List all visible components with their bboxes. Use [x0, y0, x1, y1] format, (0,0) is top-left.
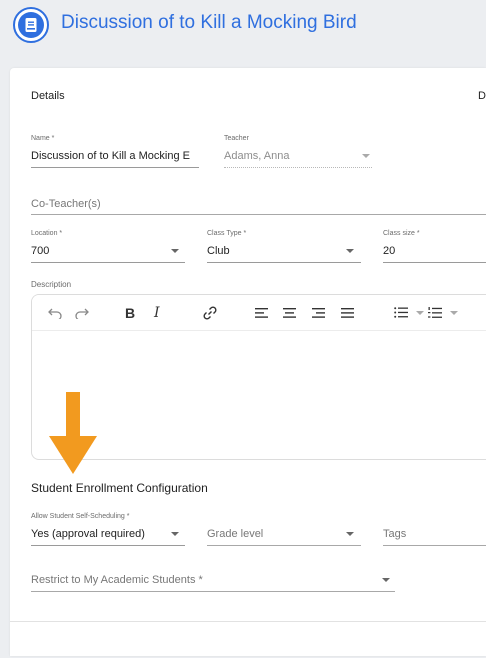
coteacher-underline	[31, 214, 486, 215]
grade-level-underline	[207, 545, 361, 546]
page-title: Discussion of to Kill a Mocking Bird	[61, 12, 357, 33]
restrict-students-select[interactable]: Restrict to My Academic Students *	[31, 574, 203, 586]
align-right-icon[interactable]	[312, 308, 326, 318]
page-header: Discussion of to Kill a Mocking Bird	[0, 0, 486, 52]
self-scheduling-underline	[31, 545, 185, 546]
class-size-label: Class size *	[383, 230, 420, 237]
grade-level-select[interactable]: Grade level	[207, 528, 263, 540]
restrict-students-underline	[31, 591, 395, 592]
undo-icon[interactable]	[48, 307, 62, 319]
tags-underline	[383, 545, 486, 546]
align-justify-icon[interactable]	[341, 308, 355, 318]
numbered-list-chevron-down-icon[interactable]	[450, 311, 458, 315]
bold-button[interactable]: B	[125, 304, 135, 322]
numbered-list-icon[interactable]	[428, 307, 442, 319]
enrollment-heading: Student Enrollment Configuration	[31, 481, 208, 495]
details-heading: Details	[31, 90, 65, 102]
class-form-card: Details D Name * Discussion of to Kill a…	[10, 68, 486, 656]
grade-level-chevron-down-icon[interactable]	[346, 532, 354, 536]
coteacher-input[interactable]: Co-Teacher(s)	[31, 198, 101, 210]
bullet-list-icon[interactable]	[394, 307, 408, 318]
card-footer-divider	[10, 621, 486, 622]
teacher-underline	[224, 167, 372, 168]
details-right-edge-text: D	[478, 90, 486, 102]
class-type-select[interactable]: Club	[207, 245, 230, 257]
location-underline	[31, 262, 185, 263]
book-icon	[13, 7, 49, 43]
class-type-underline	[207, 262, 361, 263]
teacher-chevron-down-icon[interactable]	[362, 154, 370, 158]
align-center-icon[interactable]	[283, 308, 297, 318]
bullet-list-chevron-down-icon[interactable]	[416, 311, 424, 315]
tags-input[interactable]: Tags	[383, 528, 406, 540]
arrow-down-icon	[49, 392, 97, 474]
restrict-students-chevron-down-icon[interactable]	[382, 578, 390, 582]
class-type-chevron-down-icon[interactable]	[346, 249, 354, 253]
name-underline	[31, 167, 199, 168]
self-scheduling-chevron-down-icon[interactable]	[171, 532, 179, 536]
name-input[interactable]: Discussion of to Kill a Mocking E	[31, 150, 199, 162]
class-size-underline	[383, 262, 486, 263]
self-scheduling-label: Allow Student Self-Scheduling *	[31, 513, 130, 520]
location-chevron-down-icon[interactable]	[171, 249, 179, 253]
description-label: Description	[31, 280, 72, 289]
editor-toolbar: B I	[32, 295, 486, 331]
location-select[interactable]: 700	[31, 245, 49, 257]
class-size-input[interactable]: 20	[383, 245, 395, 257]
align-left-icon[interactable]	[255, 308, 269, 318]
link-icon[interactable]	[202, 305, 218, 321]
teacher-label: Teacher	[224, 135, 249, 142]
italic-button[interactable]: I	[154, 304, 160, 322]
self-scheduling-select[interactable]: Yes (approval required)	[31, 528, 145, 540]
name-label: Name *	[31, 135, 55, 142]
location-label: Location *	[31, 230, 63, 237]
class-type-label: Class Type *	[207, 230, 247, 237]
redo-icon[interactable]	[75, 307, 89, 319]
teacher-select[interactable]: Adams, Anna	[224, 150, 289, 162]
